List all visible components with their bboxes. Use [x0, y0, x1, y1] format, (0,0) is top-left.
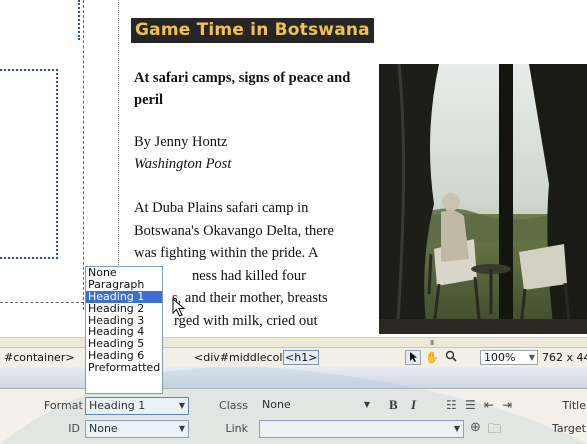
layout-guide	[78, 0, 80, 40]
safari-tent-photo[interactable]	[379, 64, 587, 334]
chevron-down-icon: ▼	[178, 424, 185, 433]
ordered-list-icon[interactable]: ☰	[465, 398, 476, 412]
sidebar-layout-box[interactable]	[0, 69, 58, 259]
format-dropdown-list[interactable]: None Paragraph Heading 1 Heading 2 Headi…	[85, 266, 163, 394]
body-line: was fighting within the pride. A	[134, 245, 319, 261]
layout-guide	[83, 0, 84, 310]
title-label: Title	[562, 399, 586, 412]
scroll-grip[interactable]: III	[430, 339, 434, 347]
format-select[interactable]: Heading 1 ▼	[85, 397, 189, 415]
layout-guide	[0, 302, 84, 303]
format-select-value: Heading 1	[89, 399, 146, 412]
zoom-select[interactable]: 100% ▼	[480, 350, 538, 365]
article-subhead[interactable]: At safari camps, signs of peace and peri…	[134, 67, 374, 111]
italic-button[interactable]: I	[411, 397, 416, 413]
tag-selector-h1[interactable]: <h1>	[283, 350, 320, 365]
body-line: rged with milk, cried out	[174, 312, 318, 329]
format-option-preformatted[interactable]: Preformatted	[86, 362, 162, 374]
chevron-down-icon: ▼	[178, 401, 185, 410]
class-select-value: None	[262, 398, 291, 411]
target-label: Target	[551, 422, 586, 435]
outdent-icon[interactable]: ⇤	[484, 398, 494, 412]
article-publication[interactable]: Washington Post	[134, 153, 231, 175]
format-option-heading-1[interactable]: Heading 1	[86, 290, 162, 303]
chevron-down-icon: ▼	[528, 353, 535, 362]
format-option-heading-2[interactable]: Heading 2	[86, 302, 162, 315]
id-select[interactable]: None ▼	[85, 420, 189, 438]
chevron-down-icon: ▼	[363, 400, 370, 409]
mouse-cursor-icon	[172, 298, 186, 317]
article-body[interactable]: At Duba Plains safari camp in Botswana's…	[134, 197, 374, 332]
article-byline[interactable]: By Jenny Hontz	[134, 131, 227, 153]
hand-icon[interactable]: ✋	[424, 350, 440, 365]
body-line: ness had killed four	[192, 267, 306, 284]
tag-selector-middlecol[interactable]: <div#middlecol>	[194, 351, 292, 364]
format-label: Format	[44, 399, 83, 412]
photo-image	[379, 64, 587, 334]
point-to-file-icon[interactable]: ⊕	[470, 420, 481, 435]
id-label: ID	[68, 422, 80, 435]
unordered-list-icon[interactable]: ☷	[446, 398, 457, 412]
indent-icon[interactable]: ⇥	[502, 398, 512, 412]
browse-folder-icon[interactable]: 🗀	[488, 420, 501, 442]
id-select-value: None	[89, 422, 118, 435]
chevron-down-icon: ▼	[453, 424, 460, 433]
body-line: At Duba Plains safari camp in	[134, 200, 309, 216]
window-size-readout[interactable]: 762 x 447	[542, 351, 587, 364]
tag-selector-container[interactable]: #container>	[4, 351, 75, 364]
article-heading[interactable]: Game Time in Botswana	[131, 18, 374, 43]
class-label: Class	[219, 399, 248, 412]
pointer-icon[interactable]	[405, 350, 421, 365]
bold-button[interactable]: B	[389, 397, 398, 413]
zoom-value: 100%	[484, 351, 516, 364]
link-label: Link	[225, 422, 248, 435]
zoom-icon[interactable]	[443, 350, 459, 365]
class-select[interactable]: None ▼	[259, 397, 373, 415]
body-line: Botswana's Okavango Delta, there	[134, 222, 334, 239]
format-option-paragraph[interactable]: Paragraph	[86, 278, 162, 291]
link-input[interactable]: ▼	[259, 420, 464, 438]
body-line: s, and their mother, breasts	[172, 290, 328, 306]
